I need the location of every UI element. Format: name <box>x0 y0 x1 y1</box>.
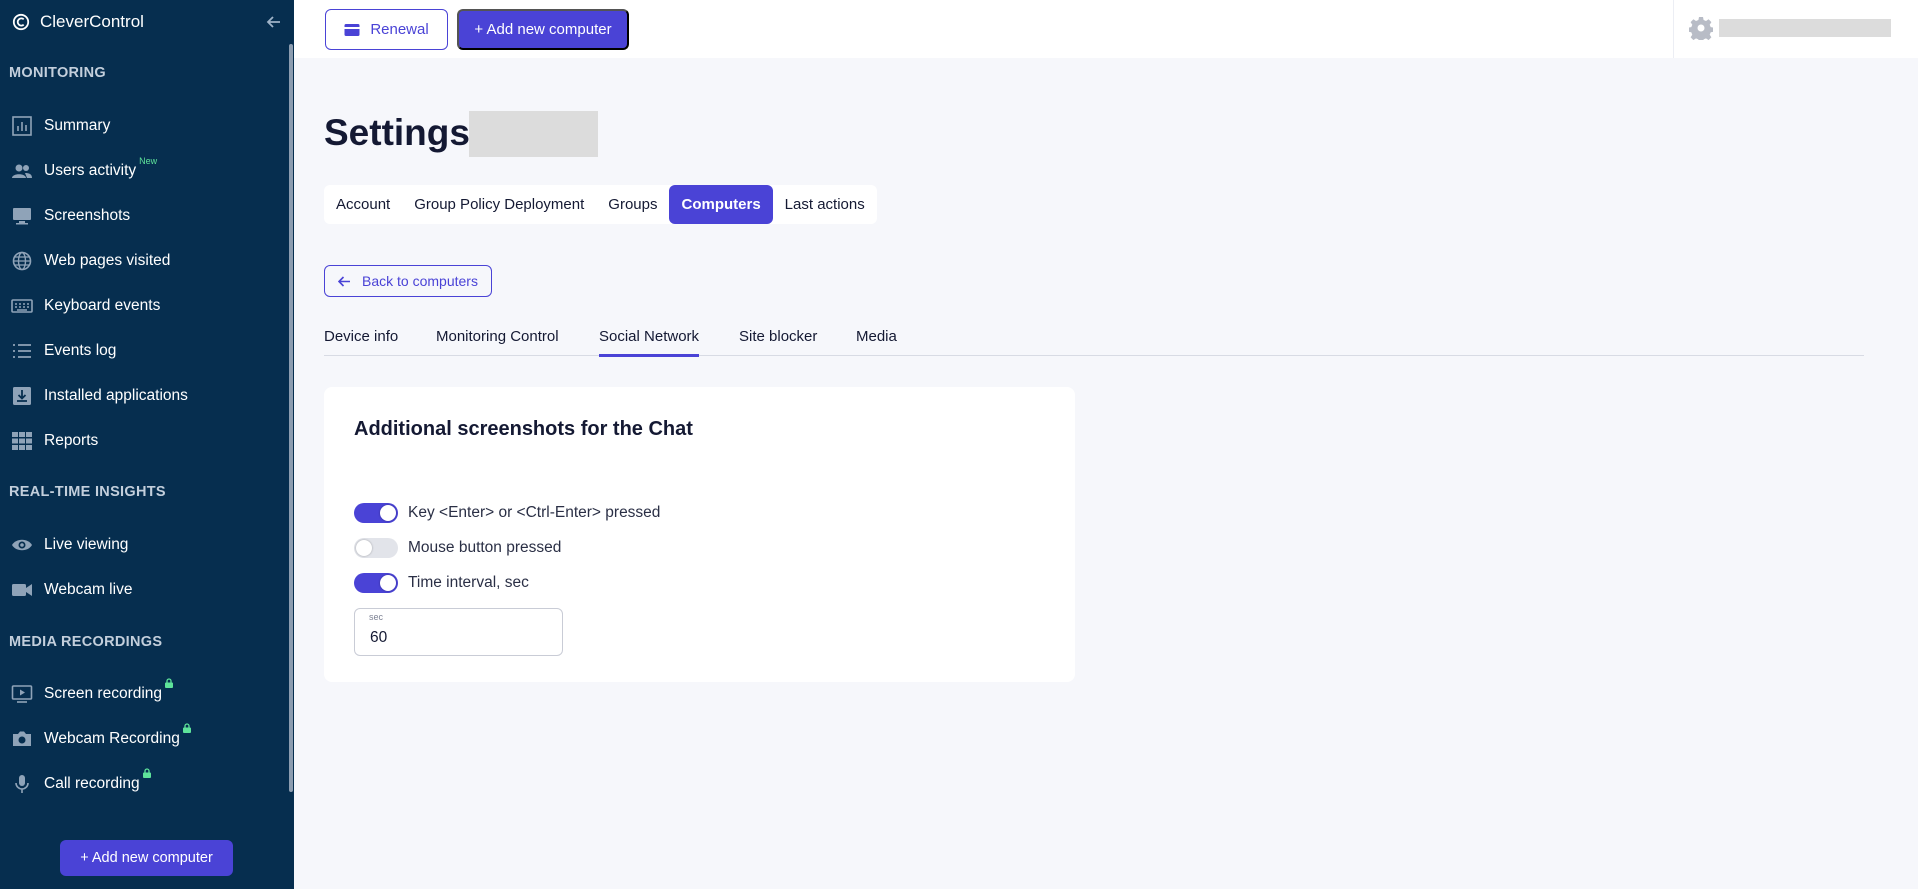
sidebar-item-label: Call recording <box>44 775 140 792</box>
back-label: Back to computers <box>362 273 478 289</box>
sidebar-item-webcam-recording[interactable]: Webcam Recording <box>10 723 280 753</box>
subtab-social-network[interactable]: Social Network <box>599 328 700 357</box>
sidebar-item-web-pages[interactable]: Web pages visited <box>10 247 280 275</box>
gear-icon[interactable] <box>1689 16 1713 40</box>
toggle-row-mouse-button: Mouse button pressed <box>354 537 561 559</box>
sidebar-item-webcam-live[interactable]: Webcam live <box>10 576 280 604</box>
subtab-media[interactable]: Media <box>856 328 897 356</box>
sidebar-item-label: Installed applications <box>44 387 188 404</box>
sidebar-item-label: Screenshots <box>44 207 131 224</box>
eye-icon <box>10 533 34 557</box>
sidebar-item-label: Users activity <box>44 162 137 179</box>
collapse-sidebar-icon[interactable] <box>264 12 284 32</box>
renewal-label: Renewal <box>370 21 429 38</box>
toggle-row-enter-key: Key <Enter> or <Ctrl-Enter> pressed <box>354 502 660 524</box>
chart-icon <box>10 114 34 138</box>
sidebar-add-computer-button[interactable]: + Add new computer <box>60 840 233 876</box>
video-icon <box>10 578 34 602</box>
sidebar-item-label: Events log <box>44 342 117 359</box>
page-title: Settings <box>324 112 470 153</box>
lock-icon <box>142 768 151 778</box>
sidebar-item-screen-recording[interactable]: Screen recording <box>10 678 280 708</box>
time-interval-toggle[interactable] <box>354 573 398 593</box>
toggle-knob <box>356 540 372 556</box>
sidebar-item-label: Reports <box>44 432 99 449</box>
globe-icon <box>10 249 34 273</box>
toggle-row-time-interval: Time interval, sec <box>354 572 529 594</box>
subtab-site-blocker[interactable]: Site blocker <box>739 328 817 356</box>
interval-input[interactable] <box>370 629 550 647</box>
subtab-monitoring-control[interactable]: Monitoring Control <box>436 328 559 356</box>
screen-play-icon <box>10 682 34 706</box>
tab-groups[interactable]: Groups <box>596 185 669 224</box>
subtab-device-info[interactable]: Device info <box>324 328 398 356</box>
arrow-left-icon <box>338 275 351 287</box>
section-real-time-insights: REAL-TIME INSIGHTS <box>9 484 166 500</box>
enter-key-toggle[interactable] <box>354 503 398 523</box>
sidebar-item-keyboard-events[interactable]: Keyboard events <box>10 292 280 320</box>
sidebar-item-installed-apps[interactable]: Installed applications <box>10 382 280 410</box>
title-redacted <box>469 111 598 157</box>
tab-account[interactable]: Account <box>324 185 402 224</box>
lock-icon <box>182 723 191 733</box>
camera-icon <box>10 727 34 751</box>
toggle-label: Key <Enter> or <Ctrl-Enter> pressed <box>408 504 661 521</box>
microphone-icon <box>10 772 34 796</box>
sidebar-item-label: Web pages visited <box>44 252 171 269</box>
new-badge: New <box>139 156 158 166</box>
install-icon <box>10 384 34 408</box>
toggle-knob <box>380 505 396 521</box>
settings-tabs: Account Group Policy Deployment Groups C… <box>324 185 877 224</box>
add-new-computer-button[interactable]: + Add new computer <box>457 9 629 50</box>
user-name-redacted <box>1719 19 1891 37</box>
grid-icon <box>10 429 34 453</box>
interval-field-label: sec <box>369 612 384 622</box>
monitor-icon <box>10 204 34 228</box>
sidebar-item-reports[interactable]: Reports <box>10 427 280 455</box>
section-monitoring: MONITORING <box>9 65 106 81</box>
sidebar-scrollbar[interactable] <box>289 44 293 792</box>
sidebar-item-call-recording[interactable]: Call recording <box>10 768 280 798</box>
sidebar-item-label: Screen recording <box>44 685 163 702</box>
tab-last-actions[interactable]: Last actions <box>773 185 877 224</box>
sidebar-item-screenshots[interactable]: Screenshots <box>10 202 280 230</box>
lock-icon <box>165 678 174 688</box>
computer-subtabs: Device info Monitoring Control Social Ne… <box>324 322 1864 357</box>
logo-icon <box>12 13 30 31</box>
keyboard-icon <box>10 294 34 318</box>
sidebar-item-live-viewing[interactable]: Live viewing <box>10 531 280 559</box>
sidebar: CleverControl MONITORING Summary Users a… <box>0 0 294 889</box>
sidebar-item-events-log[interactable]: Events log <box>10 337 280 365</box>
toggle-label: Mouse button pressed <box>408 539 562 556</box>
credit-card-icon <box>344 23 360 36</box>
sidebar-item-label: Live viewing <box>44 536 129 553</box>
toggle-label: Time interval, sec <box>408 574 529 591</box>
sidebar-item-label: Webcam live <box>44 581 133 598</box>
section-media-recordings: MEDIA RECORDINGS <box>9 634 163 650</box>
card-title: Additional screenshots for the Chat <box>354 418 693 440</box>
mouse-button-toggle[interactable] <box>354 538 398 558</box>
sidebar-item-summary[interactable]: Summary <box>10 112 280 140</box>
back-to-computers-button[interactable]: Back to computers <box>324 265 492 297</box>
renewal-button[interactable]: Renewal <box>325 9 448 50</box>
interval-field[interactable]: sec <box>354 608 563 656</box>
tab-computers[interactable]: Computers <box>669 185 773 224</box>
sidebar-item-label: Webcam Recording <box>44 730 180 747</box>
brand[interactable]: CleverControl <box>12 11 144 33</box>
sidebar-item-users-activity[interactable]: Users activity New <box>10 156 280 185</box>
sidebar-item-label: Summary <box>44 117 111 134</box>
toggle-knob <box>380 575 396 591</box>
brand-name: CleverControl <box>40 12 144 31</box>
users-icon <box>10 159 34 183</box>
list-icon <box>10 339 34 363</box>
tab-group-policy-deployment[interactable]: Group Policy Deployment <box>402 185 596 224</box>
sidebar-item-label: Keyboard events <box>44 297 161 314</box>
